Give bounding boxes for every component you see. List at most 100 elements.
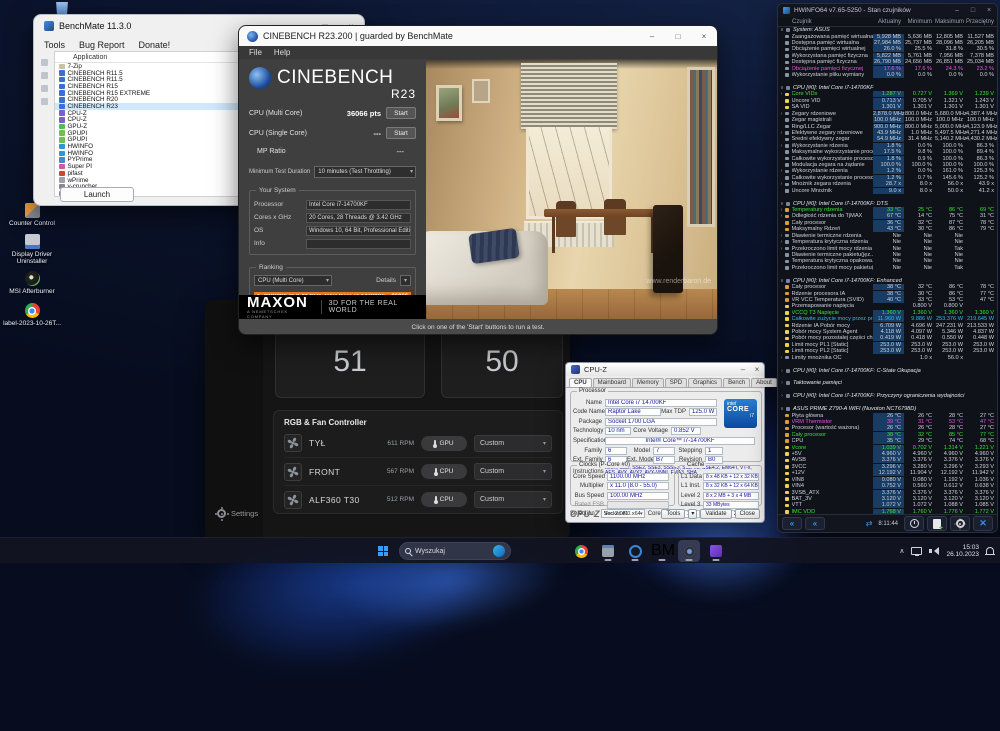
tray-chevron-icon[interactable]: ∧ [899, 547, 904, 555]
hwinfo-sensor-row[interactable]: VTT1.072 V1.072 V1.088 V1.085 V [778, 502, 997, 508]
chevron-right-icon[interactable]: › [778, 368, 786, 374]
hwinfo-sensor-row[interactable]: ›Odległość rdzenia do TjMAX67 °C14 °C75 … [778, 213, 997, 219]
hwinfo-sensor-row[interactable]: ›Zegary rdzeniowe2,878.0 MHz800.0 MHz5,6… [778, 110, 997, 116]
hwinfo-sensor-row[interactable]: Rdzenie IA Pobór mocy6.709 W4.696 W247.2… [778, 322, 997, 328]
hwinfo-sensor-row[interactable]: Dostępna pamięć fizyczna26,790 MB24,656 … [778, 59, 997, 65]
hwinfo-sensor-row[interactable]: 3VSB_ATX3.376 V3.376 V3.376 V3.376 V [778, 489, 997, 495]
menu-help[interactable]: Help [274, 48, 290, 57]
hwinfo-sensor-row[interactable]: Zegar magistrali100.0 MHz100.0 MHz100.0 … [778, 117, 997, 123]
fan-source-button[interactable]: CPU [421, 492, 467, 507]
expand-all-button[interactable]: « [805, 517, 825, 530]
sync-icon[interactable]: ⇄ [866, 519, 873, 528]
hwinfo-sensor-row[interactable]: Pobór mocy System Agent4.118 W4.097 W5.3… [778, 329, 997, 335]
fan-mode-dropdown[interactable]: Custom [474, 435, 552, 452]
hwinfo-sensor-row[interactable]: Obciążenie pamięci wirtualnej26.0 %25.5 … [778, 46, 997, 52]
hwinfo-sensor-row[interactable]: VCCQ T3 Napięcie1.360 V1.360 V1.360 V1.3… [778, 310, 997, 316]
hwinfo-sensor-row[interactable]: Limit mocy PL1 [Static]253.0 W253.0 W253… [778, 342, 997, 348]
expand-icon[interactable]: › [778, 207, 785, 213]
hwinfo-sensor-row[interactable]: VIN80.080 V0.080 V1.192 V1.036 V [778, 477, 997, 483]
hwinfo-sensor-row[interactable]: ›Core VIDs1.287 V0.727 V1.369 V1.239 V [778, 91, 997, 97]
hwinfo-sensor-row[interactable]: Pobór mocy pozostałej części chipa0.419 … [778, 335, 997, 341]
hwinfo-sensor-row[interactable]: Całkowite wykorzystanie procesora1.8 %0.… [778, 155, 997, 161]
cpuz-tab[interactable]: Memory [632, 378, 664, 387]
hwinfo-sensor-row[interactable]: ›Mnożnik zegara rdzenia28.7 x8.0 x56.0 x… [778, 181, 997, 187]
settings-button[interactable] [950, 516, 970, 531]
close-sensors-button[interactable]: ✕ [973, 516, 993, 531]
menu-file[interactable]: File [249, 48, 262, 57]
cpuz-tab[interactable]: Mainboard [593, 378, 631, 387]
hwinfo-sensor-row[interactable]: Zaangażowana pamięć wirtualna5,928 MB5,6… [778, 33, 997, 39]
taskbar-app[interactable] [543, 540, 565, 562]
taskbar-app[interactable] [516, 540, 538, 562]
chevron-down-icon[interactable]: ∨ [778, 201, 786, 207]
chevron-down-icon[interactable]: ∨ [778, 278, 786, 284]
taskbar-search[interactable]: Wyszukaj [399, 542, 511, 560]
close-button[interactable] [981, 7, 997, 14]
hwinfo-sensor-row[interactable]: Temperatura krytyczna opakowa...NieNieNi… [778, 258, 997, 264]
chevron-right-icon[interactable]: › [778, 380, 786, 386]
hwinfo-sensor-row[interactable]: Cały procesor38 °C32 °C85 °C77 °C [778, 432, 997, 438]
hwinfo-sensor-row[interactable]: 3VCC3.296 V3.280 V3.296 V3.293 V [778, 464, 997, 470]
display-tray-icon[interactable] [911, 547, 922, 555]
hwinfo-sensor-row[interactable]: Dławienie termiczne pakietu(jęz...NieNie… [778, 252, 997, 258]
chevron-right-icon[interactable]: › [778, 393, 786, 399]
expand-icon[interactable]: › [778, 355, 785, 361]
expand-icon[interactable]: › [778, 111, 785, 117]
hwinfo-sensor-row[interactable]: ›Dławienie termiczne rdzeniaNieNieNie [778, 233, 997, 239]
desktop-icon-html-file[interactable]: label-2023-10-26T... [2, 303, 62, 327]
expand-icon[interactable]: › [778, 143, 785, 149]
chevron-down-icon[interactable]: ∨ [778, 27, 786, 33]
expand-icon[interactable]: › [778, 233, 785, 239]
chevron-down-icon[interactable]: ∨ [778, 85, 786, 91]
hwinfo-sensor-row[interactable]: Cały procesor38 °C32 °C86 °C78 °C [778, 284, 997, 290]
cpuz-tab[interactable]: SPD [665, 378, 687, 387]
minimize-button[interactable] [949, 7, 965, 14]
maximize-button[interactable] [965, 7, 981, 14]
hwinfo-sensor-row[interactable]: ›Wykorzystanie rdzenia1.2 %0.0 %161.0 %1… [778, 168, 997, 174]
hwinfo-sensor-row[interactable]: ›Wykorzystanie rdzenia1.8 %0.0 %100.0 %8… [778, 143, 997, 149]
collapse-all-button[interactable]: « [782, 517, 802, 530]
hwinfo-sensor-row[interactable]: Procesor (wartość ważona)26 °C26 °C28 °C… [778, 425, 997, 431]
fan-mode-dropdown[interactable]: Custom [474, 463, 552, 480]
taskbar-app[interactable] [570, 540, 592, 562]
fan-source-button[interactable]: CPU [421, 464, 467, 479]
hwinfo-sensor-row[interactable]: VR VCC Temperatura (SVID)40 °C33 °C53 °C… [778, 297, 997, 303]
expand-icon[interactable]: › [778, 130, 785, 136]
desktop-icon-ddu[interactable]: Display Driver Uninstaller [2, 234, 62, 265]
maximize-button[interactable] [665, 32, 691, 41]
hwinfo-sensor-row[interactable]: CPU35 °C29 °C74 °C68 °C [778, 438, 997, 444]
notifications-icon[interactable] [986, 547, 994, 555]
clock-button[interactable] [904, 516, 924, 531]
hwinfo-sensor-row[interactable]: Przekroczono limit mocy pakietu(...NieNi… [778, 265, 997, 271]
hwinfo-sensor-row[interactable]: Uncore Mnożnik9.0 x8.0 x50.0 x41.2 x [778, 188, 997, 194]
test-duration-dropdown[interactable]: 10 minutes (Test Throttling) [314, 166, 416, 178]
cpuz-tab[interactable]: About [751, 378, 777, 387]
hwinfo-sensor-row[interactable]: AVSB3.376 V3.376 V3.376 V3.376 V [778, 457, 997, 463]
menu-bug-report[interactable]: Bug Report [79, 40, 125, 50]
expand-icon[interactable]: › [778, 168, 785, 174]
taskbar-app[interactable] [705, 540, 727, 562]
expand-icon[interactable]: › [778, 181, 785, 187]
toolbar-icon[interactable] [41, 59, 48, 66]
hwinfo-sensor-row[interactable]: Całkowite wykorzystanie procesora1.2 %0.… [778, 175, 997, 181]
hwinfo-sensor-row[interactable]: Maksymalne wykorzystanie procesora17.5 %… [778, 149, 997, 155]
details-dropdown[interactable] [400, 275, 411, 286]
desktop-icon-counter-control[interactable]: Counter Control [2, 203, 62, 227]
desktop-icon-msi-afterburner[interactable]: MSI Afterburner [2, 271, 62, 295]
hwinfo-sensor-row[interactable]: Wykorzystanie pliku wymiany0.0 %0.0 %0.0… [778, 72, 997, 78]
hwinfo-sensor-row[interactable]: SA VID1.301 V1.301 V1.301 V1.301 V [778, 104, 997, 110]
taskbar-clock[interactable]: 15:03 26.10.2023 [946, 544, 979, 559]
start-button[interactable] [372, 540, 394, 562]
expand-icon[interactable]: › [778, 246, 785, 252]
hwinfo-sensor-row[interactable]: Ring/LLC Zegar900.0 MHz800.0 MHz5,000.0 … [778, 123, 997, 129]
taskbar-app[interactable] [597, 540, 619, 562]
hwinfo-sensor-row[interactable]: VRM Thermistor39 °C31 °C53 °C47 °C [778, 419, 997, 425]
hwinfo-sensor-row[interactable]: ›Temperatury rdzenia33 °C25 °C86 °C69 °C [778, 207, 997, 213]
close-button[interactable]: Close [735, 509, 760, 519]
start-multi-core-button[interactable]: Start [386, 107, 416, 119]
settings-button[interactable]: Settings [217, 509, 258, 518]
cpuz-tab[interactable]: CPU [569, 378, 592, 387]
hwinfo-sensor-row[interactable]: +12V12.192 V11.904 V12.192 V11.942 V [778, 470, 997, 476]
hwinfo-sensor-row[interactable]: Całkowite zużycie mocy przez pr...11.960… [778, 316, 997, 322]
benchmate-app-row[interactable]: Super PI [55, 163, 255, 170]
